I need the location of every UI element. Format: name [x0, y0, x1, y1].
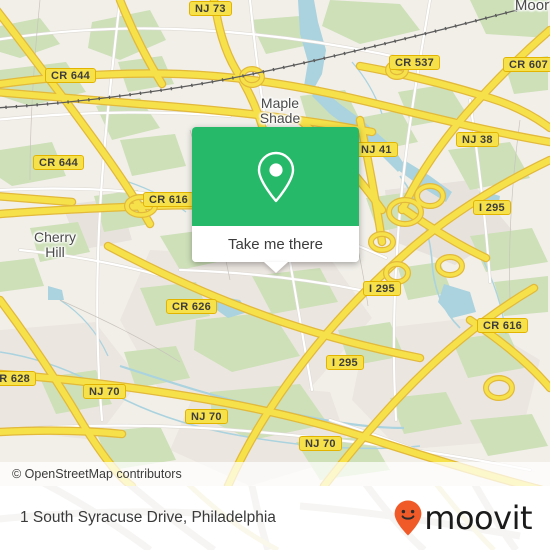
moovit-smiley-pin-icon	[394, 500, 422, 536]
popup-action-bar[interactable]: Take me there	[192, 226, 359, 262]
road-shield[interactable]: CR 616	[477, 318, 529, 333]
map-canvas[interactable]: .water { fill:#aad3df; } .waterln { stro…	[0, 0, 550, 486]
road-shield[interactable]: CR 644	[33, 155, 85, 170]
map-pin-icon	[257, 151, 294, 202]
road-shield[interactable]: CR 628	[0, 371, 37, 386]
road-shield[interactable]: NJ 38	[456, 132, 499, 147]
road-shield[interactable]: CR 626	[166, 299, 218, 314]
road-shield[interactable]: CR 616	[143, 192, 195, 207]
road-shield[interactable]: CR 537	[389, 55, 441, 70]
road-shield[interactable]: I 295	[326, 355, 364, 370]
take-me-there-popup[interactable]: Take me there	[192, 127, 359, 273]
road-shield[interactable]: I 295	[363, 281, 401, 296]
moovit-map-page: .water { fill:#aad3df; } .waterln { stro…	[0, 0, 550, 550]
road-shield[interactable]: NJ 70	[83, 384, 126, 399]
footer-address: 1 South Syracuse Drive, Philadelphia	[20, 509, 276, 526]
road-shield[interactable]: CR 644	[45, 68, 97, 83]
road-shield[interactable]: NJ 41	[355, 142, 398, 157]
popup-tail	[263, 262, 288, 273]
map-attribution[interactable]: © OpenStreetMap contributors	[0, 462, 550, 486]
road-shield[interactable]: CR 607	[503, 57, 550, 72]
footer-bar: 1 South Syracuse Drive, Philadelphia moo…	[0, 486, 550, 550]
moovit-logo[interactable]: moovit	[393, 499, 532, 537]
road-shield[interactable]: I 295	[473, 200, 511, 215]
road-shield[interactable]: NJ 73	[189, 1, 232, 16]
road-shield[interactable]: NJ 70	[299, 436, 342, 451]
popup-action-label: Take me there	[227, 235, 324, 253]
popup-icon-area	[192, 127, 359, 226]
road-shield[interactable]: NJ 70	[185, 409, 228, 424]
moovit-wordmark: moovit	[424, 499, 532, 537]
